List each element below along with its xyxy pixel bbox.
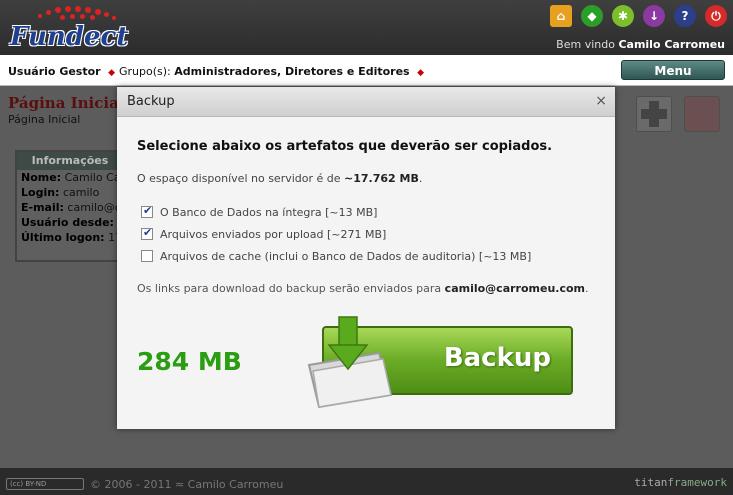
page-subtitle: Página Inicial [8,113,81,126]
diamond-icon: ◆ [417,68,425,78]
option-cache[interactable]: Arquivos de cache (inclui o Banco de Dad… [141,249,531,263]
framework-name-a: titan [634,476,668,489]
settings-icon[interactable]: ✱ [612,5,634,27]
welcome-message: Bem vindo Camilo Carromeu [556,38,725,51]
backup-dialog: Backup × Selecione abaixo os artefatos q… [117,87,615,429]
fundect-logo[interactable]: Fundect [4,4,128,54]
top-header: Fundect ⌂ ◆ ✱ ↓ ? ⏻ Bem vindo Camilo Car… [0,0,733,55]
brazil-flag-icon[interactable]: ◆ [581,5,603,27]
dialog-heading: Selecione abaixo os artefatos que deverã… [137,139,553,154]
info-last-logon: Último logon: 17- [21,231,123,244]
user-info: Usuário Gestor ◆ Grupo(s): Administradore… [8,65,428,78]
menu-button[interactable]: Menu [621,60,725,80]
folder-download-icon [307,316,393,409]
groups-label: Grupo(s): [119,65,171,78]
page-title: Página Inicial: [8,94,131,112]
option-database[interactable]: O Banco de Dados na íntegra [~13 MB] [141,204,377,219]
available-space: O espaço disponível no servidor é de ~17… [137,172,423,185]
user-avatar-icon[interactable] [684,96,720,132]
dialog-title: Backup [127,94,175,109]
groups-value: Administradores, Diretores e Editores [174,65,410,78]
copyright: © 2006 - 2011 ≈ Camilo Carromeu [90,478,284,491]
download-icon[interactable]: ↓ [643,5,665,27]
user-name: Camilo Carromeu [618,38,725,51]
info-panel: Informações Nome: Camilo Ca Login: camil… [15,150,125,262]
info-user-since: Usuário desde: 24 [21,216,123,229]
checkbox-database[interactable] [141,204,153,218]
checkbox-cache[interactable] [141,250,153,262]
option-uploads[interactable]: Arquivos enviados por upload [~271 MB] [141,226,386,241]
checkbox-uploads[interactable] [141,226,153,240]
diamond-icon: ◆ [108,68,116,78]
info-email: E-mail: camilo@ca [21,201,123,214]
header-icons: ⌂ ◆ ✱ ↓ ? ⏻ [550,5,727,27]
help-icon[interactable]: ? [674,5,696,27]
user-bar: Usuário Gestor ◆ Grupo(s): Administradore… [0,55,733,86]
total-size: 284 MB [137,347,242,376]
cc-license-badge[interactable]: (cc) BY-ND [6,478,84,490]
add-icon[interactable] [636,96,672,132]
logo-dots [34,4,120,24]
footer: (cc) BY-ND © 2006 - 2011 ≈ Camilo Carrom… [0,468,733,495]
power-icon[interactable]: ⏻ [705,5,727,27]
framework-name-b: framework [667,476,727,489]
backup-button-label: Backup [443,343,551,373]
user-role: Usuário Gestor [8,65,101,78]
home-icon[interactable]: ⌂ [550,5,572,27]
info-login: Login: camilo [21,186,100,199]
info-name: Nome: Camilo Ca [21,171,121,184]
dialog-header: Backup × [117,87,615,117]
titan-framework-logo[interactable]: titanframework [634,476,727,489]
close-icon[interactable]: × [595,93,607,109]
notify-email: camilo@carromeu.com [444,282,585,295]
available-space-value: ~17.762 MB [344,172,419,185]
welcome-prefix: Bem vindo [556,38,615,51]
logo-text: Fundect [10,22,129,52]
download-links-note: Os links para download do backup serão e… [137,282,589,295]
info-heading: Informações [17,152,123,170]
